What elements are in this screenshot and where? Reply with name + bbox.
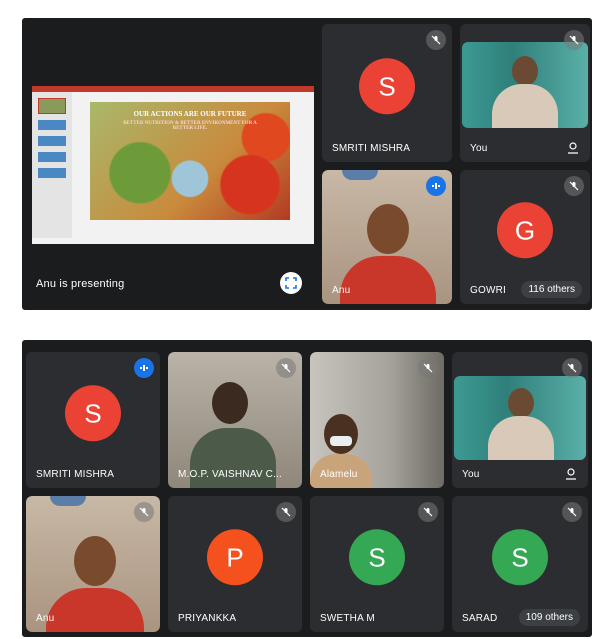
presenting-label: Anu is presenting: [36, 278, 125, 290]
avatar: G: [497, 202, 553, 259]
participant-name: SMRITI MISHRA: [332, 143, 411, 154]
participant-name: SWETHA M: [320, 613, 375, 624]
mic-off-icon: [276, 502, 296, 522]
speaking-indicator-icon: [134, 358, 154, 378]
avatar: S: [492, 529, 548, 586]
slide-window: OUR ACTIONS ARE OUR FUTURE BETTER NUTRIT…: [32, 86, 314, 244]
mic-off-icon: [134, 502, 154, 522]
slide-thumbnails: [32, 92, 72, 238]
pin-icon[interactable]: [566, 140, 580, 154]
participant-name: Anu: [332, 285, 351, 296]
slide-image: OUR ACTIONS ARE OUR FUTURE BETTER NUTRIT…: [90, 102, 290, 220]
others-count-badge[interactable]: 116 others: [521, 281, 582, 298]
participant-tile-smriti[interactable]: S SMRITI MISHRA: [26, 352, 160, 488]
others-count-badge[interactable]: 109 others: [518, 609, 580, 626]
participant-name: GOWRI: [470, 285, 506, 296]
participant-tile-you[interactable]: You: [452, 352, 588, 488]
avatar: S: [65, 385, 121, 442]
participant-name: PRIYANKKA: [178, 613, 237, 624]
participant-tile-gowri[interactable]: G GOWRI 116 others: [460, 170, 590, 304]
mic-off-icon: [276, 358, 296, 378]
mic-off-icon: [426, 30, 446, 50]
presentation-tile[interactable]: OUR ACTIONS ARE OUR FUTURE BETTER NUTRIT…: [26, 24, 316, 304]
participant-tile-anu[interactable]: Anu: [322, 170, 452, 304]
mic-off-icon: [562, 358, 582, 378]
video-feed: [462, 42, 588, 128]
participant-tile-swetha[interactable]: S SWETHA M: [310, 496, 444, 632]
participant-name: Anu: [36, 613, 55, 624]
avatar: S: [359, 58, 415, 115]
participant-name: SARAD: [462, 613, 498, 624]
participant-tile-mop-vaishnav[interactable]: M.O.P. VAISHNAV C...: [168, 352, 302, 488]
mic-off-icon: [418, 358, 438, 378]
video-feed: [454, 376, 586, 460]
mic-off-icon: [564, 176, 584, 196]
slide-title: OUR ACTIONS ARE OUR FUTURE: [133, 110, 247, 118]
avatar: P: [207, 529, 263, 586]
participant-name: SMRITI MISHRA: [36, 469, 115, 480]
speaking-indicator-icon: [426, 176, 446, 196]
participant-name: You: [470, 143, 488, 154]
meet-screen-1: OUR ACTIONS ARE OUR FUTURE BETTER NUTRIT…: [22, 18, 592, 310]
slide-subtitle: BETTER NUTRITION & BETTER ENVIRONMENT FO…: [123, 121, 257, 131]
participant-tile-smriti[interactable]: S SMRITI MISHRA: [322, 24, 452, 162]
mic-off-icon: [418, 502, 438, 522]
participant-tile-sarad[interactable]: S SARAD 109 others: [452, 496, 588, 632]
fullscreen-icon: [285, 277, 297, 289]
participant-tile-priyankka[interactable]: P PRIYANKKA: [168, 496, 302, 632]
avatar: S: [349, 529, 405, 586]
pin-icon[interactable]: [564, 466, 578, 480]
participant-tile-alamelu[interactable]: Alamelu: [310, 352, 444, 488]
participant-tile-anu[interactable]: Anu: [26, 496, 160, 632]
participant-name: M.O.P. VAISHNAV C...: [178, 469, 283, 480]
mic-off-icon: [562, 502, 582, 522]
mic-off-icon: [564, 30, 584, 50]
participant-name: You: [462, 469, 480, 480]
participant-name: Alamelu: [320, 469, 358, 480]
meet-screen-2: S SMRITI MISHRA M.O.P. VAISHNAV C... Ala…: [22, 340, 592, 637]
fullscreen-button[interactable]: [280, 272, 302, 294]
participant-tile-you[interactable]: You: [460, 24, 590, 162]
